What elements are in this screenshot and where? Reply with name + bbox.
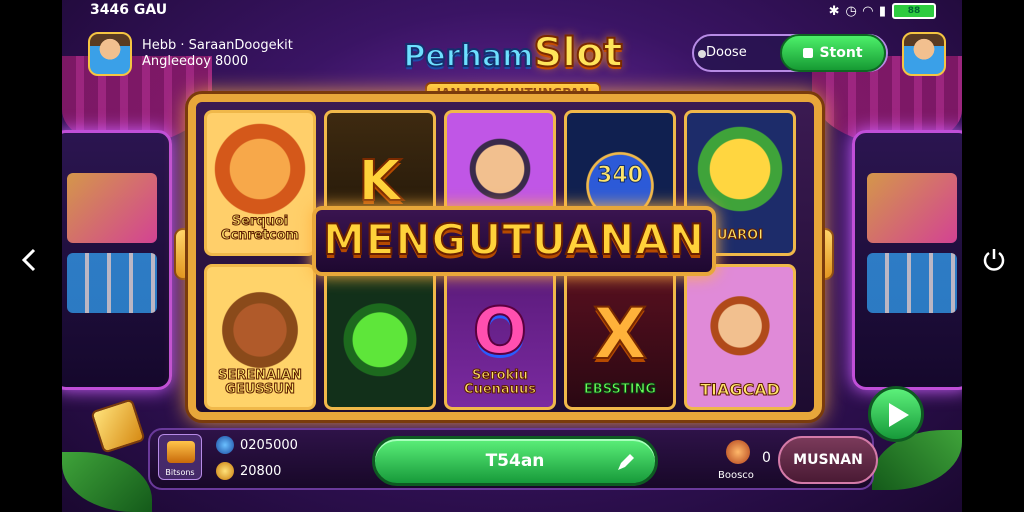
- status-icons: ✱ ◷ ◠ ▮ 88: [829, 3, 936, 19]
- bluetooth-icon: ✱: [828, 3, 840, 19]
- left-nav-bar: [0, 0, 62, 512]
- win-banner: MENGUTUANAN: [312, 206, 716, 276]
- status-time: 3446 GAU: [90, 2, 168, 18]
- bonus-count: 0: [762, 450, 771, 466]
- reel-tile-zero: O Serokiu Cuenauus: [444, 264, 556, 410]
- play-icon: [889, 403, 909, 427]
- battery-icon: 88: [892, 3, 936, 19]
- player-info: Hebb · SaraanDoogekit Angleedoy 8000: [142, 38, 293, 70]
- signal-icon: ▮: [878, 3, 886, 19]
- store-button[interactable]: Stont: [780, 34, 886, 72]
- store-icon: [803, 48, 814, 58]
- chevron-left-icon[interactable]: [16, 244, 44, 276]
- gem-icon: [216, 436, 234, 454]
- right-nav-bar: [962, 0, 1024, 512]
- leaf-decoration-left: [62, 452, 152, 512]
- friend-avatar[interactable]: [902, 32, 946, 76]
- player-name: Hebb · SaraanDoogekit: [142, 38, 293, 53]
- treasure-chest-button[interactable]: Bitsons: [158, 434, 202, 480]
- action-button[interactable]: MUSNAN: [778, 436, 878, 484]
- reel-tile-x: X EBSSTING: [564, 264, 676, 410]
- status-bar: 3446 GAU ✱ ◷ ◠ ▮ 88: [62, 0, 962, 24]
- reel-tile-king: TIAGCAD: [684, 264, 796, 410]
- gem-balance: 0205000: [216, 436, 298, 454]
- spin-button[interactable]: T54an: [372, 436, 658, 486]
- pencil-icon: [618, 454, 634, 470]
- power-icon[interactable]: [980, 246, 1008, 274]
- currency-icon: [698, 50, 706, 58]
- chest-label: Bitsons: [165, 468, 195, 477]
- logo-title: PerhamSlot: [402, 29, 623, 77]
- treasure-chest-icon: [167, 441, 195, 463]
- alarm-icon: ◷: [845, 3, 857, 19]
- currency-label: Doose: [706, 45, 747, 60]
- reel-tile-leaf: [324, 264, 436, 410]
- player-avatar[interactable]: [88, 32, 132, 76]
- background-slot-machine-left: [62, 130, 172, 390]
- game-screen: 3446 GAU ✱ ◷ ◠ ▮ 88 Hebb · SaraanDoogeki…: [62, 0, 962, 512]
- coin-icon: [216, 462, 234, 480]
- wifi-icon: ◠: [862, 3, 873, 19]
- gold-coin-decoration: [90, 398, 146, 454]
- background-slot-machine-right: [852, 130, 962, 390]
- bonus-icon[interactable]: [726, 440, 750, 464]
- game-logo: PerhamSlot IAN MENGUNTUNGPAN: [382, 28, 644, 104]
- play-button[interactable]: [868, 386, 924, 442]
- bonus-label: Boosco: [718, 470, 754, 481]
- reel-tile-cowboy: SERENAIAN GEUSSUN: [204, 264, 316, 410]
- reel-tile-bull: Serquoi Ccnretcom: [204, 110, 316, 256]
- coin-balance: 20800: [216, 462, 281, 480]
- player-balance: Angleedoy 8000: [142, 54, 249, 69]
